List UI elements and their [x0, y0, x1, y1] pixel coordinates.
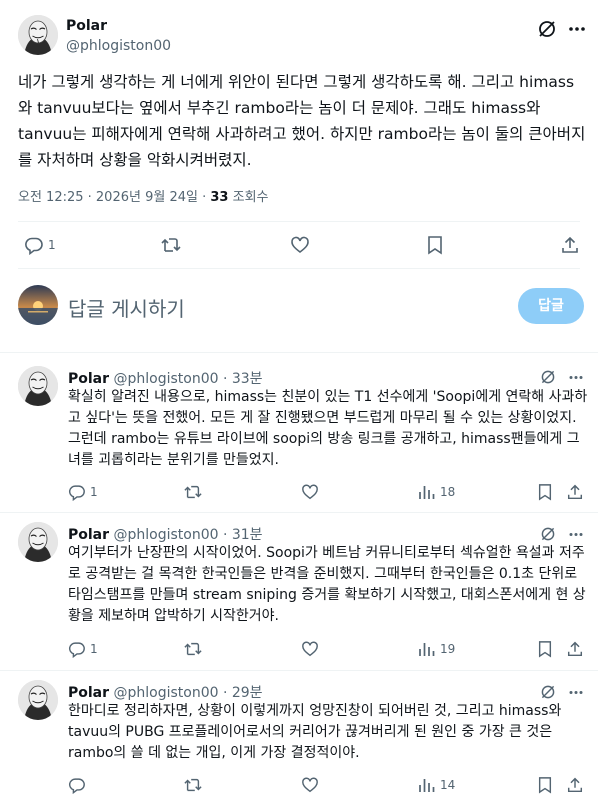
more-horizontal-icon[interactable] — [568, 375, 584, 380]
meta-separator: · — [197, 190, 211, 205]
view-count: 19 — [440, 642, 456, 656]
reply-bubble-icon[interactable] — [68, 483, 86, 501]
bookmark-icon[interactable] — [537, 640, 553, 658]
view-label: 조회수 — [232, 190, 269, 205]
more-horizontal-icon[interactable] — [568, 690, 584, 695]
no-slash-icon[interactable] — [537, 19, 557, 39]
view-count: 14 — [440, 778, 456, 792]
author-avatar[interactable] — [18, 15, 58, 55]
divider — [0, 512, 598, 513]
bookmark-icon[interactable] — [426, 235, 444, 255]
repost-icon[interactable] — [183, 776, 203, 794]
reply-count: 1 — [90, 642, 98, 656]
reply-author-name[interactable]: Polar — [68, 371, 109, 387]
reply-count: 1 — [90, 485, 98, 499]
analytics-bars-icon[interactable] — [418, 483, 436, 501]
reply-avatar[interactable] — [18, 366, 58, 406]
analytics-bars-icon[interactable] — [418, 776, 436, 794]
reply-bubble-icon[interactable] — [68, 776, 86, 794]
reply-text: 여기부터가 난장판의 시작이었어. Soopi가 베트남 커뮤니티로부터 섹슈얼… — [68, 545, 586, 624]
reply-header: Polar @phlogiston00 · 29분 — [68, 682, 263, 702]
reply-author-handle[interactable]: @phlogiston00 · 31분 — [113, 527, 262, 543]
reply-bubble-icon[interactable] — [68, 640, 86, 658]
user-avatar[interactable] — [18, 285, 58, 325]
tweet-meta: 오전 12:25 · 2026년 9월 24일 · 33 조회수 — [18, 186, 269, 205]
divider — [0, 670, 598, 671]
tweet-timestamp[interactable]: 오전 12:25 · 2026년 9월 24일 — [18, 190, 198, 205]
heart-icon[interactable] — [301, 776, 319, 794]
reply-submit-button[interactable]: 답글 — [518, 288, 584, 324]
bookmark-icon[interactable] — [537, 776, 553, 794]
share-upload-icon[interactable] — [566, 640, 584, 658]
share-upload-icon[interactable] — [566, 483, 584, 501]
reply-compose-input[interactable]: 답글 게시하기 — [68, 293, 185, 322]
share-upload-icon[interactable] — [560, 235, 580, 255]
more-horizontal-icon[interactable] — [568, 532, 584, 537]
repost-icon[interactable] — [160, 235, 182, 255]
divider — [18, 268, 580, 269]
reply-header: Polar @phlogiston00 · 33분 — [68, 368, 263, 388]
no-slash-icon[interactable] — [540, 526, 556, 542]
divider — [18, 221, 580, 222]
tweet-text: 네가 그렇게 생각하는 게 너에게 위안이 된다면 그렇게 생각하도록 해. 그… — [18, 73, 586, 169]
author-name[interactable]: Polar — [66, 18, 107, 34]
no-slash-icon[interactable] — [540, 684, 556, 700]
more-horizontal-icon[interactable] — [568, 26, 586, 32]
reply-count: 1 — [48, 238, 56, 252]
analytics-bars-icon[interactable] — [418, 640, 436, 658]
reply-bubble-icon[interactable] — [24, 235, 44, 255]
author-handle[interactable]: @phlogiston00 — [66, 38, 171, 54]
heart-icon[interactable] — [301, 640, 319, 658]
reply-author-name[interactable]: Polar — [68, 685, 109, 701]
reply-avatar[interactable] — [18, 522, 58, 562]
reply-text: 한마디로 정리하자면, 상황이 이렇게까지 엉망진창이 되어버린 것, 그리고 … — [68, 703, 562, 761]
repost-icon[interactable] — [183, 483, 203, 501]
view-count[interactable]: 33 — [210, 190, 228, 205]
repost-icon[interactable] — [183, 640, 203, 658]
reply-author-handle[interactable]: @phlogiston00 · 29분 — [113, 685, 262, 701]
heart-icon[interactable] — [290, 235, 310, 255]
view-count: 18 — [440, 485, 456, 499]
no-slash-icon[interactable] — [540, 369, 556, 385]
reply-author-handle[interactable]: @phlogiston00 · 33분 — [113, 371, 262, 387]
reply-text: 확실히 알려진 내용으로, himass는 친분이 있는 T1 선수에게 'So… — [68, 389, 588, 468]
divider — [0, 352, 598, 353]
reply-avatar[interactable] — [18, 680, 58, 720]
bookmark-icon[interactable] — [537, 483, 553, 501]
reply-header: Polar @phlogiston00 · 31분 — [68, 524, 263, 544]
share-upload-icon[interactable] — [566, 776, 584, 794]
reply-author-name[interactable]: Polar — [68, 527, 109, 543]
heart-icon[interactable] — [301, 483, 319, 501]
